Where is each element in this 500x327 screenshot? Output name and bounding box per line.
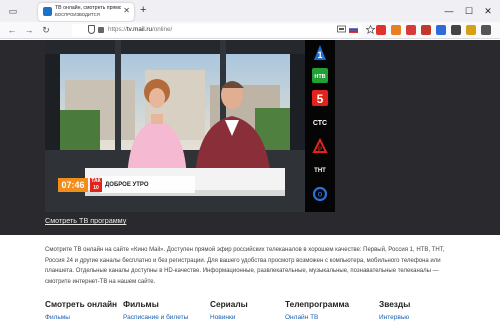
- video-player[interactable]: 07:46 ТАК 10 ДОБРОЕ УТРО: [45, 40, 305, 212]
- footer-heading-films[interactable]: Фильмы: [123, 299, 159, 309]
- description-text: Смотрите ТВ онлайн на сайте «Кино Mail».…: [45, 247, 445, 285]
- footer-link-online-tv[interactable]: Онлайн ТВ: [285, 314, 318, 322]
- channel-ren-label: Р: [318, 147, 322, 153]
- show-name: ДОБРОЕ УТРО: [105, 182, 149, 188]
- channel-ntv-label: НТВ: [314, 74, 325, 80]
- tab-list-icon[interactable]: ▭: [7, 5, 19, 17]
- footer-link-interview[interactable]: Интервью: [379, 314, 409, 322]
- channel-badge-text: ТАК: [91, 178, 101, 184]
- minimize-button[interactable]: —: [441, 3, 457, 19]
- mail-favicon-icon: [43, 7, 52, 16]
- channel-ntv[interactable]: НТВ: [311, 67, 329, 83]
- channel-5-logo-icon: 5: [312, 90, 328, 106]
- extension-icon-3[interactable]: [406, 25, 416, 35]
- tab-close-icon[interactable]: ✕: [123, 6, 130, 16]
- tab-playing-status: ВОСПРОИЗВОДИТСЯ: [55, 12, 100, 17]
- channel-ren[interactable]: Р: [311, 138, 329, 154]
- forward-button[interactable]: →: [23, 24, 35, 36]
- channel-perviy[interactable]: 1: [311, 44, 329, 60]
- footer-heading-tvprogram[interactable]: Телепрограмма: [285, 299, 349, 309]
- channel-russia24-label: О: [318, 193, 323, 199]
- channel-sts-label: СТС: [312, 119, 328, 127]
- extension-icon-2[interactable]: [391, 25, 401, 35]
- footer-link-schedule[interactable]: Расписание и билеты: [123, 314, 188, 322]
- extension-icon-4[interactable]: [421, 25, 431, 35]
- extension-icon-5[interactable]: [436, 25, 446, 35]
- browser-titlebar: ▭ ТВ онлайн, смотреть прямой ВОСПРОИЗВОД…: [0, 0, 500, 22]
- channel-russia24[interactable]: О: [311, 186, 329, 202]
- language-flag-icon[interactable]: [349, 25, 358, 34]
- browser-tab[interactable]: ТВ онлайн, смотреть прямой ВОСПРОИЗВОДИТ…: [38, 3, 134, 21]
- channel-1-label: 1: [317, 50, 322, 60]
- channel-5-label: 5: [317, 92, 324, 106]
- close-window-button[interactable]: ✕: [480, 3, 496, 19]
- footer-link-new[interactable]: Новинки: [210, 314, 235, 322]
- url-path: /online/: [151, 26, 173, 33]
- channel-list: 1 НТВ 5 СТС Р ТНТ О: [305, 40, 335, 212]
- footer-heading-online[interactable]: Смотреть онлайн: [45, 299, 117, 309]
- new-tab-button[interactable]: +: [140, 4, 146, 16]
- reload-button[interactable]: ↻: [40, 24, 52, 36]
- bookmark-star-icon[interactable]: [366, 25, 375, 34]
- lock-icon[interactable]: [98, 27, 104, 33]
- url-domain: tv.mail.ru: [126, 26, 152, 33]
- tracking-shield-icon[interactable]: [88, 25, 95, 34]
- channel-badge-sub: 10: [93, 185, 99, 191]
- extension-icon-7[interactable]: [466, 25, 476, 35]
- channel-1-logo-icon: 1: [314, 44, 326, 60]
- menu-icon[interactable]: [481, 25, 491, 35]
- ntv-logo-icon: НТВ: [312, 67, 328, 83]
- page-content: 07:46 ТАК 10 ДОБРОЕ УТРО 1 НТВ 5 СТС Р ТН…: [0, 40, 500, 327]
- channel-tnt[interactable]: ТНТ: [311, 163, 329, 179]
- back-button[interactable]: ←: [6, 24, 18, 36]
- channel-sts[interactable]: СТС: [311, 115, 329, 131]
- extension-icon-6[interactable]: [451, 25, 461, 35]
- channel-tnt-label: ТНТ: [314, 168, 326, 174]
- url-protocol: https://: [108, 26, 127, 33]
- russia-24-logo-icon: О: [312, 186, 328, 202]
- maximize-button[interactable]: ☐: [461, 3, 477, 19]
- channel-5[interactable]: 5: [311, 90, 329, 106]
- tv-program-link[interactable]: Смотреть ТВ программу: [45, 216, 126, 225]
- footer-heading-series[interactable]: Сериалы: [210, 299, 248, 309]
- channel-badge: ТАК 10: [90, 178, 102, 192]
- extension-icon-1[interactable]: [376, 25, 386, 35]
- footer-heading-stars[interactable]: Звезды: [379, 299, 410, 309]
- time-badge: 07:46: [58, 178, 88, 192]
- tab-title: ТВ онлайн, смотреть прямой: [55, 5, 121, 11]
- ren-tv-logo-icon: Р: [312, 138, 328, 153]
- translate-icon[interactable]: [337, 25, 346, 34]
- url-text[interactable]: https://tv.mail.ru/online/: [108, 25, 172, 35]
- footer-link-films[interactable]: Фильмы: [45, 314, 70, 322]
